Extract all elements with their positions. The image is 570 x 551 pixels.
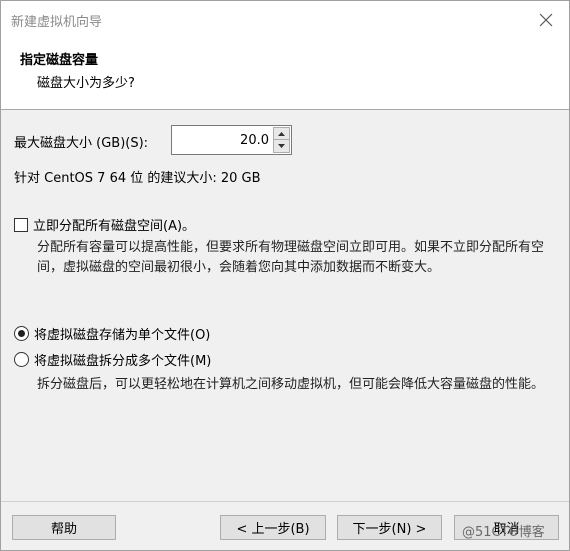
title-bar: 新建虚拟机向导	[1, 1, 569, 39]
spin-buttons	[273, 127, 290, 153]
recommended-size-text: 针对 CentOS 7 64 位 的建议大小: 20 GB	[14, 171, 261, 186]
disk-size-label: 最大磁盘大小 (GB)(S):	[14, 136, 149, 151]
decrement-button[interactable]	[273, 140, 290, 153]
single-file-label: 将虚拟磁盘存储为单个文件(O)	[34, 328, 211, 343]
single-file-radio[interactable]	[14, 326, 29, 341]
window-title: 新建虚拟机向导	[11, 15, 103, 30]
disk-size-input[interactable]	[172, 126, 272, 154]
help-button[interactable]: 帮助	[12, 515, 116, 540]
new-vm-wizard-dialog: 新建虚拟机向导 指定磁盘容量 磁盘大小为多少? 最大磁盘大小 (GB)(S): …	[0, 0, 570, 551]
back-button[interactable]: < 上一步(B)	[220, 515, 326, 540]
allocate-description: 分配所有容量可以提高性能，但要求所有物理磁盘空间立即可用。如果不立即分配所有空间…	[37, 240, 545, 275]
disk-size-stepper[interactable]	[171, 125, 292, 155]
content-area: 最大磁盘大小 (GB)(S): 针对 CentOS 7 64 位 的建议大小: …	[1, 111, 569, 501]
split-files-option[interactable]: 将虚拟磁盘拆分成多个文件(M)	[14, 350, 211, 369]
allocate-all-checkbox-row[interactable]: 立即分配所有磁盘空间(A)。	[14, 215, 195, 234]
next-button[interactable]: 下一步(N) >	[337, 515, 442, 540]
header-panel: 指定磁盘容量 磁盘大小为多少?	[1, 39, 569, 110]
single-file-option[interactable]: 将虚拟磁盘存储为单个文件(O)	[14, 324, 210, 343]
split-files-label: 将虚拟磁盘拆分成多个文件(M)	[34, 354, 212, 369]
allocate-all-label: 立即分配所有磁盘空间(A)。	[33, 219, 196, 234]
page-title: 指定磁盘容量	[20, 53, 99, 68]
chevron-down-icon	[278, 144, 285, 148]
watermark-text: @51CTO博客	[462, 525, 545, 540]
allocate-all-checkbox[interactable]	[14, 217, 28, 232]
increment-button[interactable]	[273, 127, 290, 140]
page-subtitle: 磁盘大小为多少?	[37, 76, 135, 91]
close-button[interactable]	[533, 7, 559, 33]
chevron-up-icon	[278, 131, 285, 136]
split-description: 拆分磁盘后，可以更轻松地在计算机之间移动虚拟机，但可能会降低大容量磁盘的性能。	[37, 377, 545, 392]
split-files-radio[interactable]	[14, 352, 29, 367]
close-icon	[539, 13, 553, 27]
